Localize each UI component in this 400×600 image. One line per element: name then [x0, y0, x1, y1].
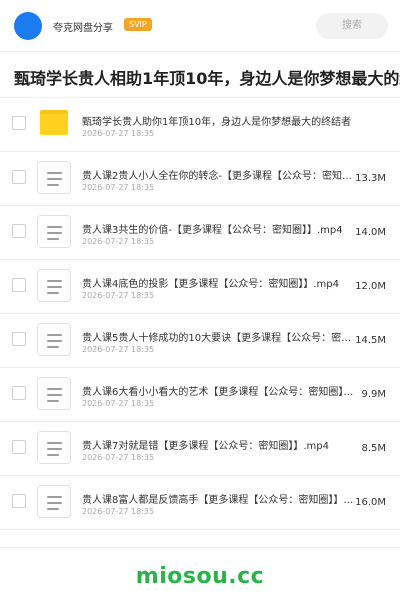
file-date: 2026-07-27 18:35 — [82, 345, 155, 354]
file-size: 14.0M — [355, 227, 386, 238]
select-checkbox[interactable] — [12, 386, 26, 400]
file-date: 2026-07-27 18:35 — [82, 129, 155, 138]
select-checkbox[interactable] — [12, 170, 26, 184]
top-bar: 夸克网盘分享 SVIP 搜索 — [0, 0, 400, 52]
file-size: 8.5M — [361, 443, 386, 454]
site-watermark: miosou.cc — [135, 564, 265, 589]
select-checkbox[interactable] — [12, 332, 26, 346]
list-item[interactable]: 贵人课6大看小小看大的艺术【更多课程【公众号：密知圈】】.mp4 2026-07… — [0, 368, 400, 422]
file-size: 9.9M — [361, 389, 386, 400]
document-icon — [37, 161, 71, 194]
file-name: 甄琦学长贵人助你1年顶10年，身边人是你梦想最大的终结者 — [82, 117, 352, 128]
list-item[interactable]: 贵人课3共生的价值-【更多课程【公众号：密知圈】】.mp4 2026-07-27… — [0, 206, 400, 260]
list-item[interactable]: 贵人课7对就是错【更多课程【公众号：密知圈】】.mp4 2026-07-27 1… — [0, 422, 400, 476]
document-icon — [37, 485, 71, 518]
file-name: 贵人课6大看小小看大的艺术【更多课程【公众号：密知圈】】.mp4 — [82, 387, 354, 398]
list-item[interactable]: 贵人课4底色的投影【更多课程【公众号：密知圈】】.mp4 2026-07-27 … — [0, 260, 400, 314]
file-size: 14.5M — [355, 335, 386, 346]
svip-badge: SVIP — [124, 18, 152, 31]
select-checkbox[interactable] — [12, 224, 26, 238]
brand-name: 夸克网盘分享 — [53, 23, 113, 34]
select-checkbox[interactable] — [12, 494, 26, 508]
document-icon — [37, 377, 71, 410]
file-name: 贵人课8富人都是反馈高手【更多课程【公众号：密知圈】】.mp4 — [82, 495, 354, 506]
file-date: 2026-07-27 18:35 — [82, 183, 155, 192]
document-icon — [37, 269, 71, 302]
select-checkbox[interactable] — [12, 116, 26, 130]
file-name: 贵人课7对就是错【更多课程【公众号：密知圈】】.mp4 — [82, 441, 329, 452]
page-title: 甄琦学长贵人相助1年顶10年，身边人是你梦想最大的终结 — [14, 69, 400, 88]
file-name: 贵人课3共生的价值-【更多课程【公众号：密知圈】】.mp4 — [82, 225, 343, 236]
file-date: 2026-07-27 18:35 — [82, 291, 155, 300]
document-icon — [37, 323, 71, 356]
file-size: 13.3M — [355, 173, 386, 184]
file-size: 16.0M — [355, 497, 386, 508]
file-date: 2026-07-27 18:35 — [82, 399, 155, 408]
list-item[interactable]: 甄琦学长贵人助你1年顶10年，身边人是你梦想最大的终结者 2026-07-27 … — [0, 98, 400, 152]
select-checkbox[interactable] — [12, 278, 26, 292]
file-name: 贵人课5贵人十修成功的10大要诀【更多课程【公众号：密知圈】】.mp4 — [82, 333, 354, 344]
file-date: 2026-07-27 18:35 — [82, 237, 155, 246]
file-date: 2026-07-27 18:35 — [82, 507, 155, 516]
avatar[interactable] — [14, 12, 42, 40]
folder-icon — [40, 110, 68, 135]
search-button[interactable]: 搜索 — [316, 13, 388, 39]
file-size: 12.0M — [355, 281, 386, 292]
file-date: 2026-07-27 18:35 — [82, 453, 155, 462]
file-name: 贵人课2贵人小人全在你的转念-【更多课程【公众号：密知圈】】.mp4 — [82, 171, 354, 182]
footer-divider — [0, 547, 400, 548]
list-item[interactable]: 贵人课5贵人十修成功的10大要诀【更多课程【公众号：密知圈】】.mp4 2026… — [0, 314, 400, 368]
select-checkbox[interactable] — [12, 440, 26, 454]
list-item[interactable]: 贵人课2贵人小人全在你的转念-【更多课程【公众号：密知圈】】.mp4 2026-… — [0, 152, 400, 206]
title-bar: 甄琦学长贵人相助1年顶10年，身边人是你梦想最大的终结 — [0, 52, 400, 98]
document-icon — [37, 215, 71, 248]
file-name: 贵人课4底色的投影【更多课程【公众号：密知圈】】.mp4 — [82, 279, 339, 290]
list-item[interactable]: 贵人课8富人都是反馈高手【更多课程【公众号：密知圈】】.mp4 2026-07-… — [0, 476, 400, 530]
file-list: 甄琦学长贵人助你1年顶10年，身边人是你梦想最大的终结者 2026-07-27 … — [0, 98, 400, 530]
document-icon — [37, 431, 71, 464]
